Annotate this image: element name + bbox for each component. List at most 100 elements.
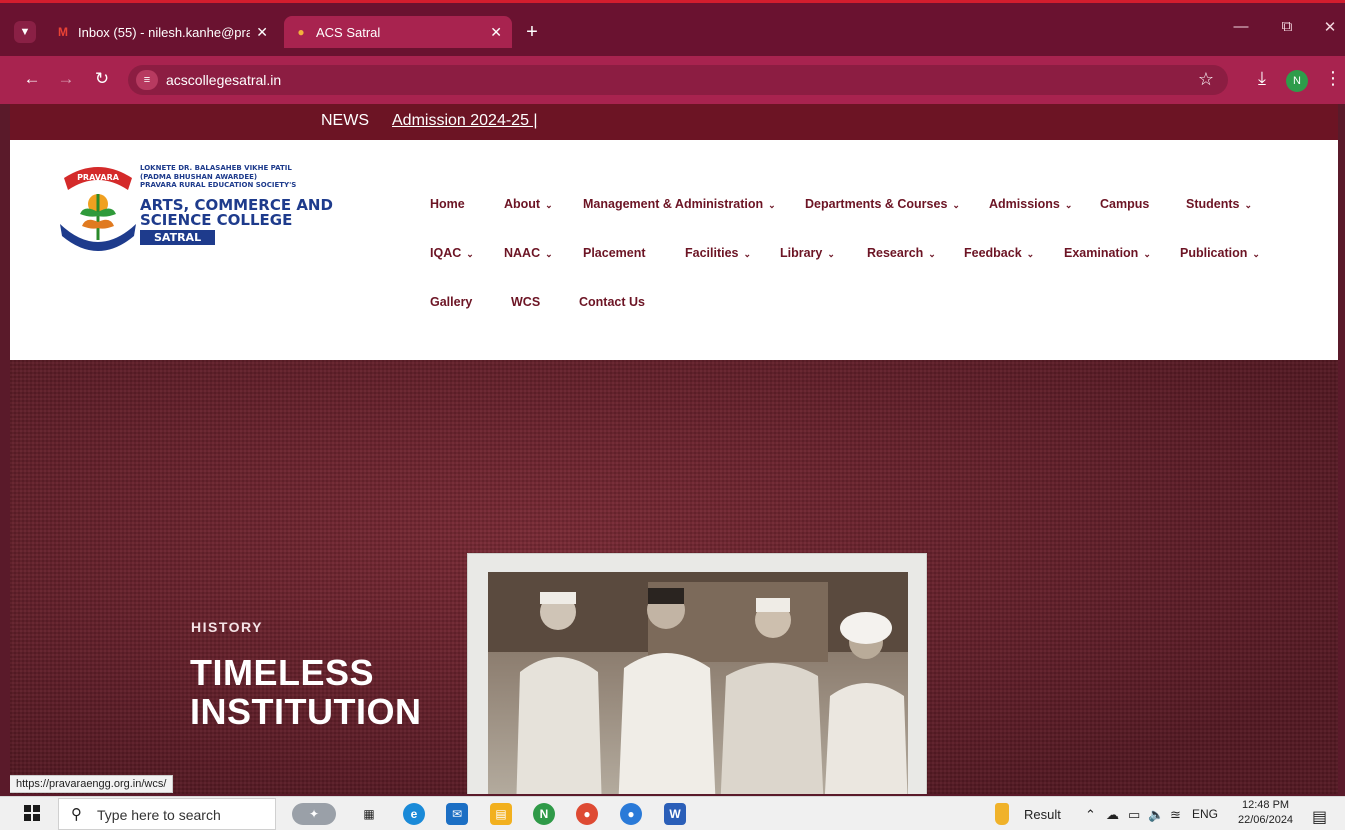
language-indicator[interactable]: ENG bbox=[1192, 807, 1218, 821]
nav-about[interactable]: About ⌄ bbox=[504, 197, 553, 211]
site-logo-icon: ● bbox=[297, 25, 305, 39]
url-text[interactable]: acscollegesatral.in bbox=[166, 72, 281, 88]
browser-tab-strip: ▼ M Inbox (55) - nilesh.kanhe@prava ✕ ● … bbox=[0, 0, 1345, 56]
chevron-down-icon: ⌄ bbox=[1064, 200, 1073, 210]
college-name: ARTS, COMMERCE AND SCIENCE COLLEGE bbox=[140, 196, 333, 229]
edge-browser-icon[interactable]: e bbox=[403, 803, 425, 825]
chevron-down-icon: ⌄ bbox=[1252, 249, 1260, 259]
forward-arrow-icon[interactable]: → bbox=[54, 69, 78, 89]
nav-examination[interactable]: Examination ⌄ bbox=[1064, 246, 1151, 260]
nav-admissions[interactable]: Admissions ⌄ bbox=[989, 197, 1072, 211]
history-photo-frame bbox=[467, 553, 927, 794]
nav-management-administration[interactable]: Management & Administration ⌄ bbox=[583, 197, 776, 211]
file-explorer-icon[interactable]: ▤ bbox=[490, 803, 512, 825]
news-bar: NEWS Admission 2024-25 | bbox=[10, 104, 1338, 140]
browser-menu-icon[interactable]: ⋮ bbox=[1324, 68, 1342, 89]
nav-students[interactable]: Students ⌄ bbox=[1186, 197, 1252, 211]
chevron-down-icon: ⌄ bbox=[545, 249, 553, 259]
college-emblem-icon: PRAVARA bbox=[60, 167, 136, 251]
tab-title: Inbox (55) - nilesh.kanhe@prava bbox=[78, 24, 251, 40]
word-icon[interactable]: W bbox=[664, 803, 686, 825]
browser-toolbar: ← → ↻ ≡ acscollegesatral.in ☆ ⤓ N ⋮ bbox=[0, 56, 1345, 104]
search-placeholder: Type here to search bbox=[97, 807, 221, 823]
bookmark-star-icon[interactable]: ☆ bbox=[1198, 69, 1214, 90]
windows-start-icon[interactable] bbox=[24, 805, 40, 821]
volume-icon[interactable]: 🔈 bbox=[1148, 807, 1164, 823]
chevron-down-icon: ⌄ bbox=[743, 249, 752, 259]
logo-location-tag: SATRAL bbox=[140, 230, 216, 245]
nav-feedback[interactable]: Feedback ⌄ bbox=[964, 246, 1034, 260]
nav-placement[interactable]: Placement bbox=[583, 246, 646, 260]
nav-naac[interactable]: NAAC ⌄ bbox=[504, 246, 553, 260]
nav-publication[interactable]: Publication ⌄ bbox=[1180, 246, 1260, 260]
gmail-icon: M bbox=[58, 25, 68, 39]
nav-home[interactable]: Home bbox=[430, 197, 465, 211]
tray-overflow-icon[interactable]: ⌃ bbox=[1085, 807, 1096, 823]
tab-title: ACS Satral bbox=[316, 24, 381, 40]
news-ticker-link[interactable]: Admission 2024-25 | bbox=[392, 112, 538, 130]
chrome-profile-icon[interactable]: ● bbox=[620, 803, 642, 825]
hero-kicker: HISTORY bbox=[191, 619, 263, 635]
result-label[interactable]: Result bbox=[1024, 807, 1061, 822]
search-highlight-icon[interactable]: ✦ bbox=[292, 803, 336, 825]
minimize-icon[interactable]: — bbox=[1226, 18, 1256, 35]
reload-icon[interactable]: ↻ bbox=[90, 69, 114, 89]
chrome-profile-n-icon[interactable]: N bbox=[533, 803, 555, 825]
college-logo[interactable]: PRAVARA LOKNETE DR. BALASAHEB VIKHE PATI… bbox=[58, 160, 358, 260]
task-view-icon[interactable]: ▦ bbox=[358, 803, 380, 825]
new-tab-button[interactable]: + bbox=[520, 20, 544, 44]
nav-iqac[interactable]: IQAC ⌄ bbox=[430, 246, 474, 260]
notification-icon[interactable]: ▤ bbox=[1312, 807, 1327, 827]
link-hover-status: https://pravaraengg.org.in/wcs/ bbox=[10, 775, 174, 793]
window-close-icon[interactable]: ✕ bbox=[1315, 18, 1345, 36]
emblem-text: PRAVARA bbox=[77, 173, 120, 182]
nav-wcs[interactable]: WCS bbox=[511, 295, 540, 309]
battery-icon[interactable]: ▭ bbox=[1128, 807, 1140, 823]
site-info-icon[interactable]: ≡ bbox=[136, 70, 158, 90]
tab-acs-satral[interactable]: ● ACS Satral ✕ bbox=[284, 16, 512, 48]
hero-section: HISTORY TIMELESS INSTITUTION bbox=[10, 360, 1338, 794]
chevron-down-icon: ⌄ bbox=[1143, 249, 1151, 259]
nav-library[interactable]: Library ⌄ bbox=[780, 246, 835, 260]
window-frame-edge bbox=[0, 0, 1345, 3]
close-tab-icon[interactable]: ✕ bbox=[490, 24, 502, 41]
nav-departments-courses[interactable]: Departments & Courses ⌄ bbox=[805, 197, 960, 211]
web-page: NEWS Admission 2024-25 | PRAVARA LOKNETE… bbox=[10, 104, 1338, 794]
tab-inbox[interactable]: M Inbox (55) - nilesh.kanhe@prava ✕ bbox=[46, 16, 278, 48]
logo-subtitle: LOKNETE DR. BALASAHEB VIKHE PATIL (PADMA… bbox=[140, 164, 297, 189]
result-app-icon[interactable] bbox=[995, 803, 1009, 825]
taskbar-search-box[interactable]: ⚲ Type here to search bbox=[58, 798, 276, 830]
chevron-down-icon: ⌄ bbox=[466, 249, 474, 259]
nav-research[interactable]: Research ⌄ bbox=[867, 246, 936, 260]
taskbar-clock[interactable]: 12:48 PM 22/06/2024 bbox=[1238, 798, 1293, 828]
restore-icon[interactable]: ⧉ bbox=[1272, 18, 1302, 35]
windows-taskbar: ⚲ Type here to search ✦ ▦ e ✉ ▤ N ● ● W … bbox=[0, 796, 1345, 830]
wifi-icon[interactable]: ≊ bbox=[1170, 807, 1181, 823]
nav-contact-us[interactable]: Contact Us bbox=[579, 295, 645, 309]
nav-campus[interactable]: Campus bbox=[1100, 197, 1149, 211]
close-tab-icon[interactable]: ✕ bbox=[256, 24, 268, 41]
chevron-down-icon: ⌄ bbox=[928, 249, 936, 259]
site-header: PRAVARA LOKNETE DR. BALASAHEB VIKHE PATI… bbox=[10, 140, 1338, 360]
chevron-down-icon: ⌄ bbox=[952, 200, 960, 210]
chevron-down-icon: ⌄ bbox=[768, 200, 776, 210]
chevron-down-icon: ⌄ bbox=[545, 200, 553, 210]
history-photo bbox=[488, 572, 908, 794]
nav-facilities[interactable]: Facilities ⌄ bbox=[685, 246, 751, 260]
back-arrow-icon[interactable]: ← bbox=[20, 69, 44, 89]
search-icon: ⚲ bbox=[71, 806, 82, 823]
onedrive-icon[interactable]: ☁ bbox=[1106, 807, 1119, 823]
tab-search-button[interactable]: ▼ bbox=[14, 21, 36, 43]
address-bar[interactable]: ≡ acscollegesatral.in ☆ bbox=[128, 65, 1228, 95]
profile-avatar[interactable]: N bbox=[1286, 70, 1308, 92]
chevron-down-icon: ⌄ bbox=[827, 249, 835, 259]
historic-group-photo-image bbox=[488, 572, 908, 794]
mail-icon[interactable]: ✉ bbox=[446, 803, 468, 825]
chrome-icon[interactable]: ● bbox=[576, 803, 598, 825]
chevron-down-icon: ⌄ bbox=[1026, 249, 1035, 259]
chevron-down-icon: ⌄ bbox=[1244, 200, 1253, 210]
download-icon[interactable]: ⤓ bbox=[1252, 68, 1272, 89]
nav-gallery[interactable]: Gallery bbox=[430, 295, 472, 309]
hero-title: TIMELESS INSTITUTION bbox=[190, 652, 422, 732]
news-label: NEWS bbox=[321, 112, 369, 129]
